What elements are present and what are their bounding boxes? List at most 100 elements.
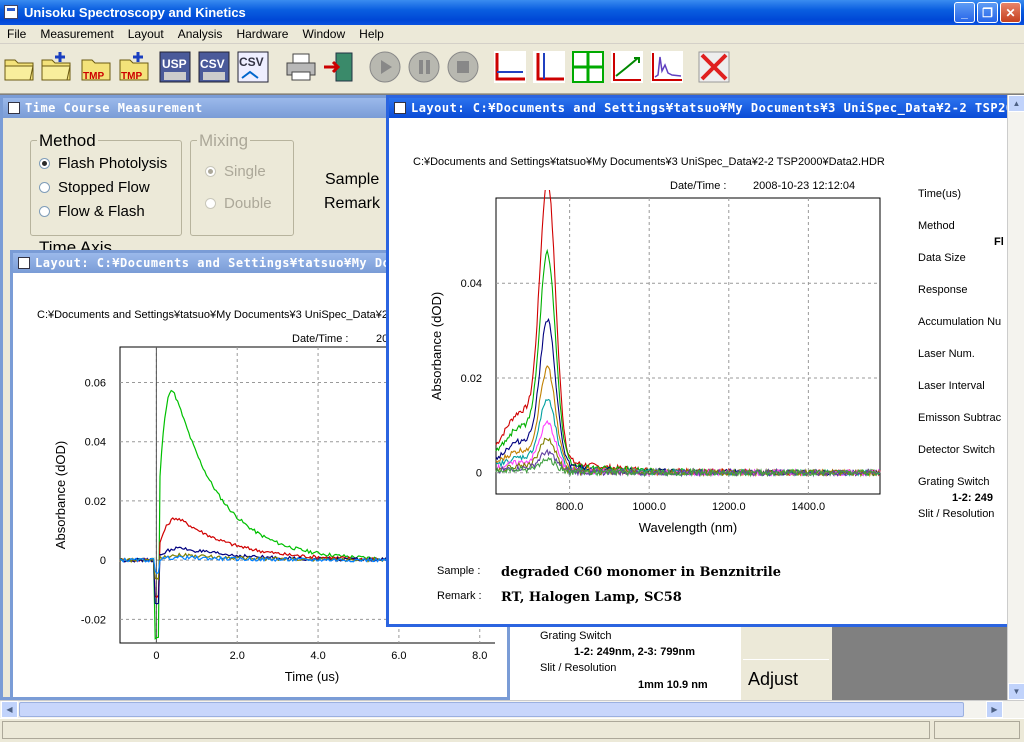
- method-group: Method Flash Photolysis Stopped Flow Flo…: [30, 131, 182, 236]
- play-icon[interactable]: [368, 50, 402, 84]
- usp-label: USP: [162, 57, 187, 71]
- window-icon[interactable]: [8, 102, 20, 114]
- tmp-open-icon[interactable]: TMP: [80, 50, 114, 84]
- slit-value: 1mm 10.9 nm: [638, 679, 708, 691]
- csv-export-icon[interactable]: CSV: [236, 50, 270, 84]
- x-tick-label: 6.0: [391, 650, 406, 662]
- radio-flash-photolysis[interactable]: Flash Photolysis: [39, 155, 167, 172]
- sample-value: degraded C60 monomer in Benznitrile: [501, 565, 782, 580]
- fit-icon[interactable]: [610, 50, 644, 84]
- param-emission-subtract: Emisson Subtrac: [918, 412, 1002, 424]
- y-tick-label: 0.04: [461, 278, 482, 290]
- menu-file[interactable]: File: [0, 27, 33, 41]
- sample-caption: Sample :: [437, 565, 481, 577]
- tmp-new-icon[interactable]: TMP: [118, 50, 152, 84]
- x-axis-label: Time (us): [285, 669, 339, 684]
- axis-y-icon[interactable]: [532, 50, 566, 84]
- x-tick-label: 1400.0: [792, 501, 826, 513]
- param-grating-value: 1-2: 249: [952, 492, 993, 504]
- horizontal-scroll-thumb[interactable]: [19, 702, 964, 717]
- vertical-scrollbar[interactable]: ▲ ▼: [1007, 95, 1024, 700]
- param-laser-num: Laser Num.: [918, 348, 975, 360]
- param-slit-resolution: Slit / Resolution: [918, 508, 995, 520]
- radio-label: Flash Photolysis: [58, 155, 168, 172]
- scroll-down-arrow[interactable]: ▼: [1008, 683, 1024, 700]
- radio-single[interactable]: Single: [205, 163, 266, 180]
- menu-measurement[interactable]: Measurement: [33, 27, 120, 41]
- tmp-new-label: TMP: [121, 71, 142, 82]
- radio-dot: [39, 158, 50, 169]
- grating-value: 1-2: 249nm, 2-3: 799nm: [574, 646, 696, 658]
- window-icon[interactable]: [394, 102, 406, 114]
- usp-icon[interactable]: USP: [158, 50, 192, 84]
- x-tick-label: 0: [153, 650, 159, 662]
- menu-hardware[interactable]: Hardware: [229, 27, 295, 41]
- minimize-button[interactable]: _: [954, 2, 975, 23]
- window-icon[interactable]: [18, 257, 30, 269]
- scroll-up-arrow[interactable]: ▲: [1008, 95, 1024, 112]
- menu-layout[interactable]: Layout: [121, 27, 171, 41]
- layout-window-data2: Layout: C:¥Documents and Settings¥tatsuo…: [386, 95, 1010, 627]
- stop-icon[interactable]: [446, 50, 480, 84]
- toolbar: TMP TMP USP CSV CSV: [0, 44, 1024, 94]
- time-course-title-bar[interactable]: Time Course Measurement: [3, 98, 437, 118]
- new-folder-icon[interactable]: [40, 50, 74, 84]
- x-axis-label: Wavelength (nm): [639, 520, 738, 535]
- radio-stopped-flow[interactable]: Stopped Flow: [39, 179, 150, 196]
- radio-double[interactable]: Double: [205, 195, 272, 212]
- restore-button[interactable]: ❐: [977, 2, 998, 23]
- status-pane-side: [934, 721, 1020, 739]
- print-icon[interactable]: [284, 50, 318, 84]
- time-axis-group: Time Axis: [39, 238, 129, 250]
- scroll-right-arrow[interactable]: ▶: [986, 701, 1003, 718]
- radio-label: Single: [224, 163, 266, 180]
- axis-x-icon[interactable]: [493, 50, 527, 84]
- scroll-left-arrow[interactable]: ◀: [1, 701, 18, 718]
- radio-label: Stopped Flow: [58, 179, 150, 196]
- y-tick-label: -0.02: [81, 614, 106, 626]
- app-icon[interactable]: [4, 5, 18, 19]
- radio-flow-flash[interactable]: Flow & Flash: [39, 203, 145, 220]
- radio-label: Flow & Flash: [58, 203, 145, 220]
- mixing-label: Mixing: [197, 131, 251, 151]
- close-button[interactable]: ✕: [1000, 2, 1021, 23]
- y-tick-label: 0.02: [461, 373, 482, 385]
- tmp-label: TMP: [83, 71, 104, 82]
- x-tick-label: 2.0: [230, 650, 245, 662]
- x-tick-label: 1200.0: [712, 501, 746, 513]
- radio-label: Double: [224, 195, 272, 212]
- param-method-value: Fl: [994, 236, 1004, 248]
- horizontal-scrollbar[interactable]: ◀ ▶: [0, 700, 1024, 718]
- y-tick-label: 0.06: [85, 378, 106, 390]
- y-tick-label: 0: [100, 555, 106, 567]
- spectrum-icon[interactable]: [650, 50, 684, 84]
- cancel-icon[interactable]: [697, 50, 731, 84]
- pause-icon[interactable]: [407, 50, 441, 84]
- x-tick-label: 800.0: [556, 501, 584, 513]
- csv-icon[interactable]: CSV: [197, 50, 231, 84]
- menu-analysis[interactable]: Analysis: [171, 27, 230, 41]
- exit-door-icon[interactable]: [322, 50, 356, 84]
- param-grating-switch: Grating Switch: [918, 476, 990, 488]
- time-axis-label: Time Axis: [39, 238, 113, 250]
- open-folder-icon[interactable]: [3, 50, 37, 84]
- param-response: Response: [918, 284, 968, 296]
- crosshair-icon[interactable]: [571, 50, 605, 84]
- method-label: Method: [37, 131, 98, 151]
- y-tick-label: 0: [476, 468, 482, 480]
- adjust-panel: Adjust: [740, 625, 832, 700]
- layout2-title-bar[interactable]: Layout: C:¥Documents and Settings¥tatsuo…: [389, 98, 1007, 118]
- menu-help[interactable]: Help: [352, 27, 391, 41]
- adjust-button[interactable]: Adjust: [743, 659, 829, 699]
- status-pane-main: [2, 721, 930, 739]
- y-tick-label: 0.04: [85, 437, 106, 449]
- app-title: Unisoku Spectroscopy and Kinetics: [24, 5, 246, 20]
- param-detector-switch: Detector Switch: [918, 444, 996, 456]
- y-tick-label: 0.02: [85, 496, 106, 508]
- menu-window[interactable]: Window: [295, 27, 352, 41]
- param-laser-interval: Laser Interval: [918, 380, 985, 392]
- radio-dot: [205, 198, 216, 209]
- param-accumulation: Accumulation Nu: [918, 316, 1002, 328]
- param-data-size: Data Size: [918, 252, 966, 264]
- slit-label: Slit / Resolution: [540, 662, 617, 674]
